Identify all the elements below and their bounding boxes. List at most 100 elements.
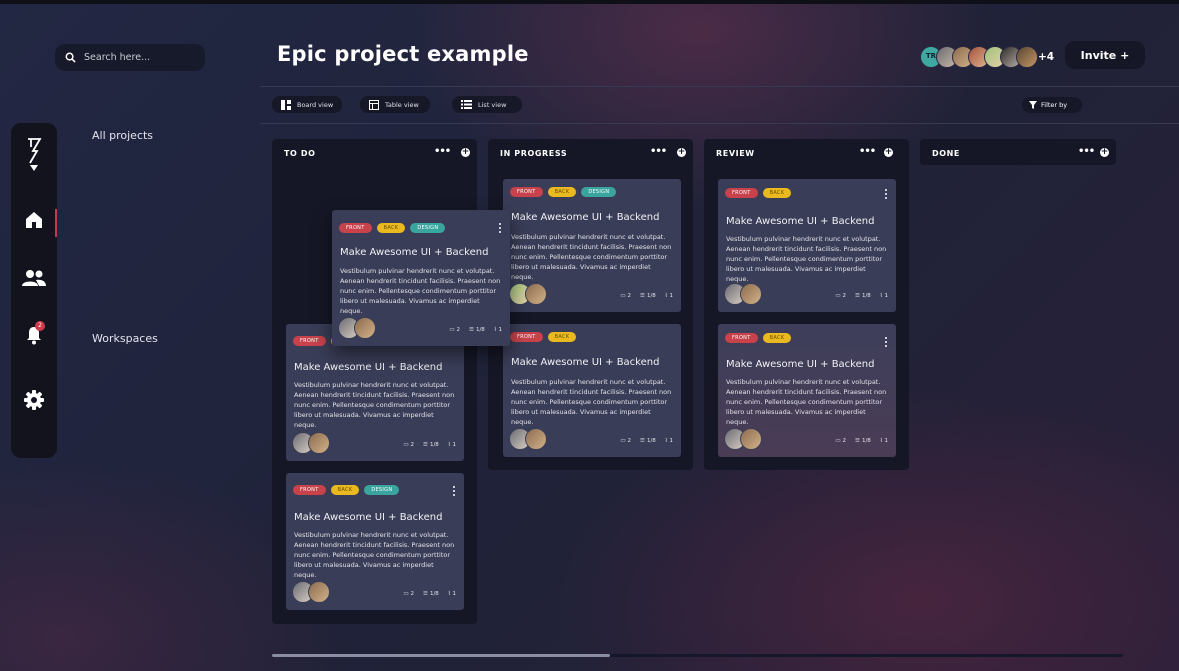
kebab-icon[interactable] bbox=[453, 486, 455, 496]
scrollbar-thumb[interactable] bbox=[272, 654, 610, 657]
tag-front[interactable]: FRONT bbox=[725, 188, 758, 198]
more-icon[interactable]: ••• bbox=[434, 146, 451, 157]
comment-count: 2 bbox=[842, 438, 847, 444]
attachment-count: 1 bbox=[452, 442, 457, 448]
kebab-icon[interactable] bbox=[885, 337, 887, 347]
card-assignees[interactable] bbox=[292, 581, 330, 603]
window-top-strip bbox=[0, 0, 1179, 4]
task-card[interactable]: FRONT BACK Make Awesome UI + Backend Ves… bbox=[503, 324, 681, 457]
card-description: Vestibulum pulvinar hendrerit nunc et vo… bbox=[726, 378, 887, 426]
comment-count: 2 bbox=[627, 293, 632, 299]
card-stats: ▭ 2 ☰ 1/8 ⌇ 1 bbox=[403, 591, 456, 597]
filter-button[interactable]: Filter by bbox=[1022, 97, 1082, 113]
comment-count: 2 bbox=[456, 327, 461, 333]
avatar[interactable] bbox=[354, 317, 376, 339]
task-card[interactable]: FRONT BACK Make Awesome UI + Backend Ves… bbox=[718, 324, 896, 457]
tag-back[interactable]: BACK bbox=[547, 332, 577, 342]
home-icon[interactable] bbox=[11, 209, 57, 237]
card-assignees[interactable] bbox=[509, 283, 547, 305]
invite-button[interactable]: Invite + bbox=[1065, 41, 1145, 69]
tag-back[interactable]: BACK bbox=[376, 223, 406, 233]
tag-front[interactable]: FRONT bbox=[510, 332, 543, 342]
checklist-count: 1/8 bbox=[861, 293, 871, 299]
icon-sidebar: 2 bbox=[11, 123, 57, 458]
avatar[interactable] bbox=[308, 432, 330, 454]
comment-icon: ▭ bbox=[403, 591, 409, 597]
plus-icon[interactable]: + bbox=[677, 148, 686, 157]
avatar[interactable] bbox=[308, 581, 330, 603]
checklist-count: 1/8 bbox=[861, 438, 871, 444]
search-box[interactable] bbox=[55, 44, 205, 71]
kebab-icon[interactable] bbox=[885, 189, 887, 199]
card-description: Vestibulum pulvinar hendrerit nunc et vo… bbox=[511, 378, 672, 426]
plus-icon[interactable]: + bbox=[884, 148, 893, 157]
attachment-icon: ⌇ bbox=[664, 293, 668, 299]
plus-icon[interactable]: + bbox=[461, 148, 470, 157]
tag-front[interactable]: FRONT bbox=[725, 333, 758, 343]
task-card[interactable]: FRONT BACK DESIGN Make Awesome UI + Back… bbox=[286, 473, 464, 610]
task-card[interactable]: FRONT BACK Make Awesome UI + Backend Ves… bbox=[718, 179, 896, 312]
tag-front[interactable]: FRONT bbox=[293, 485, 326, 495]
card-assignees[interactable] bbox=[509, 428, 547, 450]
tag-design[interactable]: DESIGN bbox=[581, 187, 617, 197]
checklist-icon: ☰ bbox=[469, 327, 474, 333]
avatar[interactable] bbox=[525, 283, 547, 305]
dragged-task-card[interactable]: FRONT BACK DESIGN Make Awesome UI + Back… bbox=[332, 210, 510, 346]
nav-workspaces[interactable]: Workspaces bbox=[92, 332, 158, 345]
tag-front[interactable]: FRONT bbox=[510, 187, 543, 197]
list-view-button[interactable]: List view bbox=[452, 96, 522, 113]
search-input[interactable] bbox=[84, 52, 194, 63]
more-icon[interactable]: ••• bbox=[1078, 146, 1095, 157]
kebab-icon[interactable] bbox=[499, 223, 501, 233]
tag-design[interactable]: DESIGN bbox=[364, 485, 400, 495]
avatar[interactable] bbox=[1016, 46, 1038, 68]
card-stats: ▭ 2 ☰ 1/8 ⌇ 1 bbox=[449, 327, 502, 333]
logo-icon[interactable] bbox=[11, 137, 57, 173]
tag-back[interactable]: BACK bbox=[330, 485, 360, 495]
attachment-icon: ⌇ bbox=[879, 438, 883, 444]
tag-front[interactable]: FRONT bbox=[339, 223, 372, 233]
comment-count: 2 bbox=[410, 591, 415, 597]
attachment-icon: ⌇ bbox=[879, 293, 883, 299]
avatar[interactable] bbox=[525, 428, 547, 450]
table-view-button[interactable]: Table view bbox=[360, 96, 430, 113]
comment-count: 2 bbox=[842, 293, 847, 299]
plus-icon[interactable]: + bbox=[1100, 148, 1109, 157]
more-icon[interactable]: ••• bbox=[650, 146, 667, 157]
column-title: DONE bbox=[932, 149, 961, 158]
list-view-label: List view bbox=[478, 100, 507, 109]
card-title: Make Awesome UI + Backend bbox=[726, 216, 875, 227]
tag-front[interactable]: FRONT bbox=[293, 336, 326, 346]
table-view-icon bbox=[369, 99, 379, 110]
more-members-count[interactable]: +4 bbox=[1038, 51, 1054, 63]
divider bbox=[260, 123, 1179, 124]
tag-design[interactable]: DESIGN bbox=[410, 223, 446, 233]
card-stats: ▭ 2 ☰ 1/8 ⌇ 1 bbox=[620, 438, 673, 444]
avatar[interactable] bbox=[740, 428, 762, 450]
task-card[interactable]: FRONT BACK DESIGN Make Awesome UI + Back… bbox=[503, 179, 681, 312]
attachment-icon: ⌇ bbox=[493, 327, 497, 333]
tag-back[interactable]: BACK bbox=[762, 333, 792, 343]
card-assignees[interactable] bbox=[724, 428, 762, 450]
board-view-label: Board view bbox=[297, 100, 334, 109]
column-title: REVIEW bbox=[716, 149, 755, 158]
card-assignees[interactable] bbox=[724, 283, 762, 305]
bell-icon[interactable]: 2 bbox=[11, 321, 57, 345]
more-icon[interactable]: ••• bbox=[859, 146, 876, 157]
comment-icon: ▭ bbox=[620, 293, 626, 299]
gear-icon[interactable] bbox=[11, 389, 57, 411]
filter-label: Filter by bbox=[1041, 101, 1068, 109]
attachment-icon: ⌇ bbox=[664, 438, 668, 444]
avatar[interactable] bbox=[740, 283, 762, 305]
tag-back[interactable]: BACK bbox=[762, 188, 792, 198]
team-icon[interactable] bbox=[11, 269, 57, 287]
tag-back[interactable]: BACK bbox=[547, 187, 577, 197]
card-assignees[interactable] bbox=[292, 432, 330, 454]
nav-all-projects[interactable]: All projects bbox=[92, 129, 153, 142]
search-icon bbox=[65, 48, 76, 67]
card-assignees[interactable] bbox=[338, 317, 376, 339]
member-avatars[interactable]: TR bbox=[920, 46, 1038, 68]
card-description: Vestibulum pulvinar hendrerit nunc et vo… bbox=[340, 267, 501, 315]
card-title: Make Awesome UI + Backend bbox=[511, 212, 660, 223]
board-view-button[interactable]: Board view bbox=[272, 96, 342, 113]
